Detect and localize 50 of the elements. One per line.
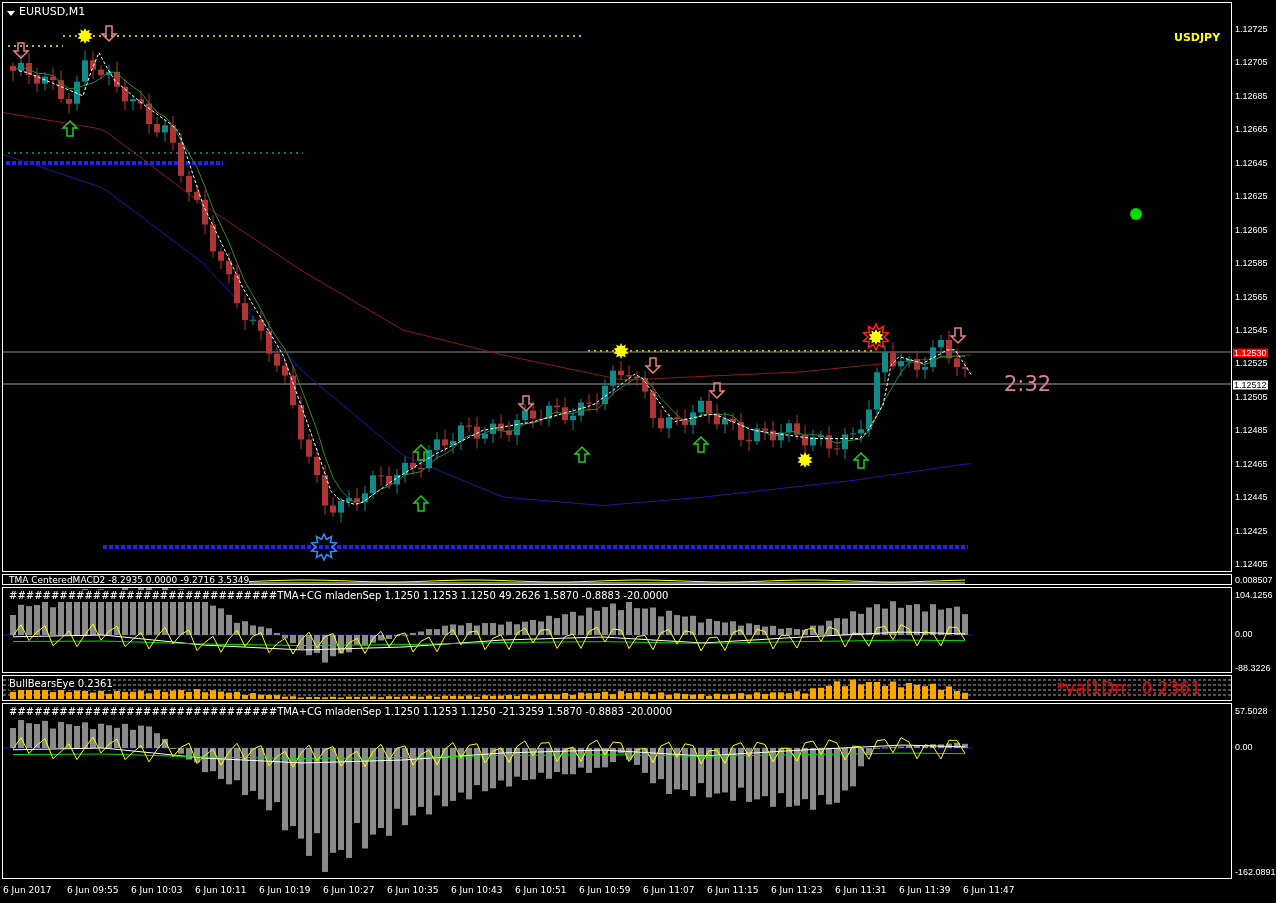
price-axis-label: 1.12705 [1234, 57, 1269, 68]
price-axis-label: 1.12405 [1234, 559, 1269, 570]
price-marker: 1.12530 [1233, 348, 1268, 358]
time-axis-label: 6 Jun 11:39 [899, 884, 951, 897]
axis-label: -162.0891 [1234, 867, 1276, 877]
time-axis-label: 6 Jun 10:43 [451, 884, 503, 897]
price-axis-label: 1.12545 [1234, 324, 1269, 335]
time-axis-label: 6 Jun 10:19 [259, 884, 311, 897]
indicator-header: ################################TMA+CG mladenSep 1.1250 1.1253 1.1250 -21.3259 1.5870 -0.8883 -20.0000 [9, 706, 673, 718]
time-axis-label: 6 Jun 2017 [3, 884, 52, 897]
price-axis-label: 1.12625 [1234, 191, 1269, 202]
time-axis-label: 6 Jun 11:23 [771, 884, 823, 897]
axis-label: 104.1256 [1234, 590, 1274, 600]
price-axis-label: 1.12565 [1234, 291, 1269, 302]
symbol-label: USDJPY [1174, 32, 1221, 44]
price-axis-label: 1.12685 [1234, 90, 1269, 101]
price-axis-label: 1.12725 [1234, 24, 1269, 34]
price-marker: 1.12512 [1233, 380, 1268, 390]
axis-label: -88.3226 [1234, 663, 1272, 673]
price-axis-label: 1.12425 [1234, 525, 1269, 536]
time-axis-label: 6 Jun 10:35 [387, 884, 439, 897]
axis-label: 0.00 [1234, 629, 1254, 639]
time-axis-label: 6 Jun 09:55 [67, 884, 119, 897]
indicator-header: BullBearsEye 0.2361 [9, 678, 113, 690]
price-axis-label: 1.12585 [1234, 258, 1269, 269]
axis-label: 57.5028 [1234, 706, 1269, 716]
price-axis-label: 1.12665 [1234, 124, 1269, 135]
time-axis-label: 6 Jun 11:31 [835, 884, 887, 897]
indicator-header: ################################TMA+CG mladenSep 1.1250 1.1253 1.1250 49.2626 1.5870 -0.8883 -20.0000 [9, 590, 669, 602]
price-axis-label: 1.12525 [1234, 358, 1269, 369]
time-axis-label: 6 Jun 10:51 [515, 884, 567, 897]
price-axis-label: 1.12485 [1234, 425, 1269, 436]
price-axis-label: 1.12505 [1234, 391, 1269, 402]
price-axis-label: 1.12605 [1234, 224, 1269, 235]
time-axis-label: 6 Jun 10:27 [323, 884, 375, 897]
indicator-header: TMA CenteredMACD2 -8.2935 0.0000 -9.2716 3.5349 [9, 575, 250, 584]
time-axis-label: 6 Jun 10:11 [195, 884, 247, 897]
price-axis-label: 1.12465 [1234, 458, 1269, 469]
time-axis-label: 6 Jun 10:03 [131, 884, 183, 897]
time-axis-label: 6 Jun 10:59 [579, 884, 631, 897]
time-axis-label: 6 Jun 11:47 [963, 884, 1015, 897]
indicator-value: *val1Dn: 0.2361 [1056, 678, 1201, 698]
price-axis-label: 1.12645 [1234, 157, 1269, 168]
axis-label: 0.00 [1234, 742, 1254, 752]
price-axis-label: 1.12445 [1234, 492, 1269, 503]
axis-label: 0.008507 [1234, 574, 1274, 585]
countdown-timer: 2:32 [1004, 372, 1052, 396]
time-axis-label: 6 Jun 11:07 [643, 884, 695, 897]
time-axis-label: 6 Jun 11:15 [707, 884, 759, 897]
chart-title: EURUSD,M1 [19, 6, 86, 18]
